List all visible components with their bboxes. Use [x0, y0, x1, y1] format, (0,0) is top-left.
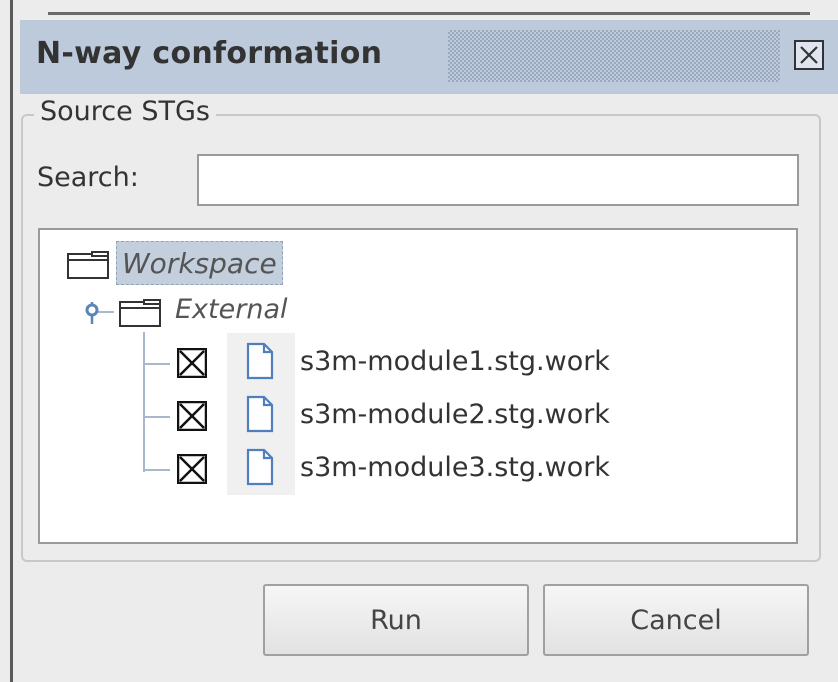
external-folder-icon	[118, 298, 162, 328]
file-checkbox[interactable]	[177, 454, 207, 484]
run-button[interactable]: Run	[263, 584, 529, 656]
titlebar[interactable]: N-way conformation	[20, 20, 838, 94]
tree-item-file[interactable]: s3m-module1.stg.work	[300, 340, 610, 384]
close-button[interactable]	[794, 40, 824, 70]
workspace-folder-icon	[66, 250, 110, 280]
tree-item-file[interactable]: s3m-module2.stg.work	[300, 393, 610, 437]
tree-item-file[interactable]: s3m-module3.stg.work	[300, 446, 610, 490]
close-icon	[800, 46, 818, 64]
window-title: N-way conformation	[36, 36, 383, 71]
cancel-button[interactable]: Cancel	[543, 584, 809, 656]
search-input[interactable]	[197, 154, 799, 206]
file-icon	[246, 395, 274, 433]
file-checkbox[interactable]	[177, 348, 207, 378]
file-icon	[246, 342, 274, 380]
tree-item-workspace[interactable]: Workspace	[116, 241, 283, 285]
parent-window-edge	[48, 12, 810, 15]
file-icon	[246, 448, 274, 486]
titlebar-grip[interactable]	[448, 30, 780, 82]
source-stgs-label: Source STGs	[34, 96, 216, 127]
search-label: Search:	[37, 162, 139, 193]
tree-item-external[interactable]: External	[175, 290, 288, 330]
expand-toggle-icon[interactable]	[82, 300, 104, 326]
file-checkbox[interactable]	[177, 401, 207, 431]
